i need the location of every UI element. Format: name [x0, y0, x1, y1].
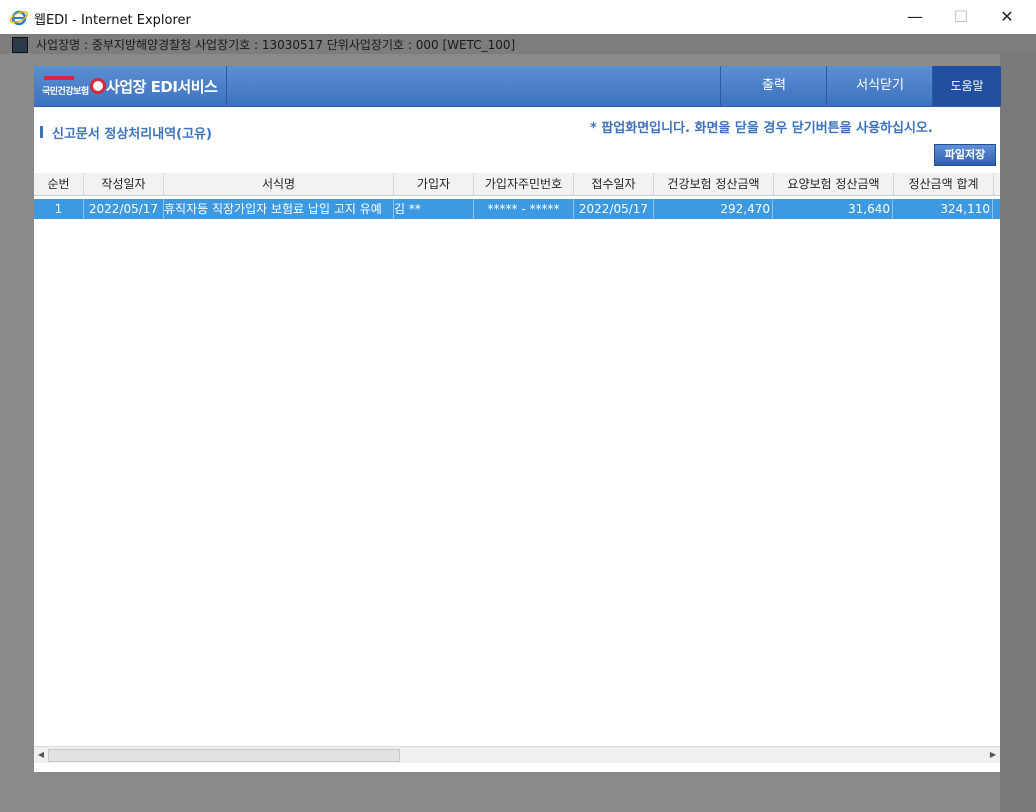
cell-resident-no: ***** - *****	[474, 199, 574, 219]
scroll-right-icon[interactable]: ▶	[988, 750, 998, 760]
nhis-logo: 국민건강보험	[42, 74, 106, 98]
logo-text: 국민건강보험	[42, 87, 89, 97]
result-grid: 순번 작성일자 서식명 가입자 가입자주민번호 접수일자 건강보험 정산금액 요…	[34, 173, 1000, 752]
col-header-subscriber[interactable]: 가입자	[394, 173, 474, 195]
cell-no: 1	[34, 199, 84, 219]
cell-subscriber: 김 **	[394, 199, 474, 219]
scroll-thumb[interactable]	[48, 749, 400, 762]
col-header-care-amount[interactable]: 요양보험 정산금액	[774, 173, 894, 195]
business-info-text: 사업장명 : 중부지방해양경찰청 사업장기호 : 13030517 단위사업장기…	[36, 38, 516, 52]
internet-explorer-icon	[10, 10, 28, 26]
table-row[interactable]: 1 2022/05/17 휴직자등 직장가입자 보험료 납입 고지 유예 김 *…	[34, 199, 1000, 219]
help-button[interactable]: 도움말	[932, 66, 1001, 106]
grid-header: 순번 작성일자 서식명 가입자 가입자주민번호 접수일자 건강보험 정산금액 요…	[34, 173, 1000, 196]
col-header-form-name[interactable]: 서식명	[164, 173, 394, 195]
col-header-resident-no[interactable]: 가입자주민번호	[474, 173, 574, 195]
col-header-no[interactable]: 순번	[34, 173, 84, 195]
cell-health-amount: 292,470	[654, 199, 773, 219]
maximize-button[interactable]: ☐	[938, 4, 984, 30]
cell-care-amount: 31,640	[774, 199, 893, 219]
popup-header: 국민건강보험 사업장 EDI서비스 출력 서식닫기 도움말	[34, 66, 1001, 107]
save-file-button[interactable]: 파일저장	[934, 144, 996, 166]
close-form-button[interactable]: 서식닫기	[826, 66, 933, 106]
col-header-received-date[interactable]: 접수일자	[574, 173, 654, 195]
print-button[interactable]: 출력	[720, 66, 827, 106]
popup-notice: * 팝업화면입니다. 화면을 닫을 경우 닫기버튼을 사용하십시오.	[590, 121, 933, 136]
app-icon	[12, 37, 28, 53]
window-titlebar: 웹EDI - Internet Explorer — ☐ ✕	[0, 0, 1036, 34]
title-marker	[40, 126, 43, 138]
horizontal-scrollbar[interactable]: ◀ ▶	[34, 746, 1000, 763]
col-header-health-amount[interactable]: 건강보험 정산금액	[654, 173, 774, 195]
header-divider	[226, 66, 227, 106]
close-window-button[interactable]: ✕	[984, 4, 1030, 30]
col-header-total-amount[interactable]: 정산금액 합계	[894, 173, 994, 195]
service-title: 사업장 EDI서비스	[106, 78, 218, 96]
cell-written-date: 2022/05/17	[84, 199, 164, 219]
popup-footer	[34, 763, 1000, 772]
cell-form-name: 휴직자등 직장가입자 보험료 납입 고지 유예	[164, 199, 394, 219]
cell-received-date: 2022/05/17	[574, 199, 654, 219]
window-title: 웹EDI - Internet Explorer	[34, 13, 191, 28]
col-header-written-date[interactable]: 작성일자	[84, 173, 164, 195]
scroll-left-icon[interactable]: ◀	[36, 750, 46, 760]
popup-window: 국민건강보험 사업장 EDI서비스 출력 서식닫기 도움말 신고문서 정상처리내…	[34, 66, 1001, 772]
minimize-button[interactable]: —	[892, 4, 938, 30]
logo-stripe	[44, 76, 74, 80]
page-title: 신고문서 정상처리내역(고유)	[52, 127, 212, 142]
logo-circle-icon	[90, 78, 106, 94]
cell-total-amount: 324,110	[894, 199, 993, 219]
background-right-frame	[1000, 54, 1036, 812]
